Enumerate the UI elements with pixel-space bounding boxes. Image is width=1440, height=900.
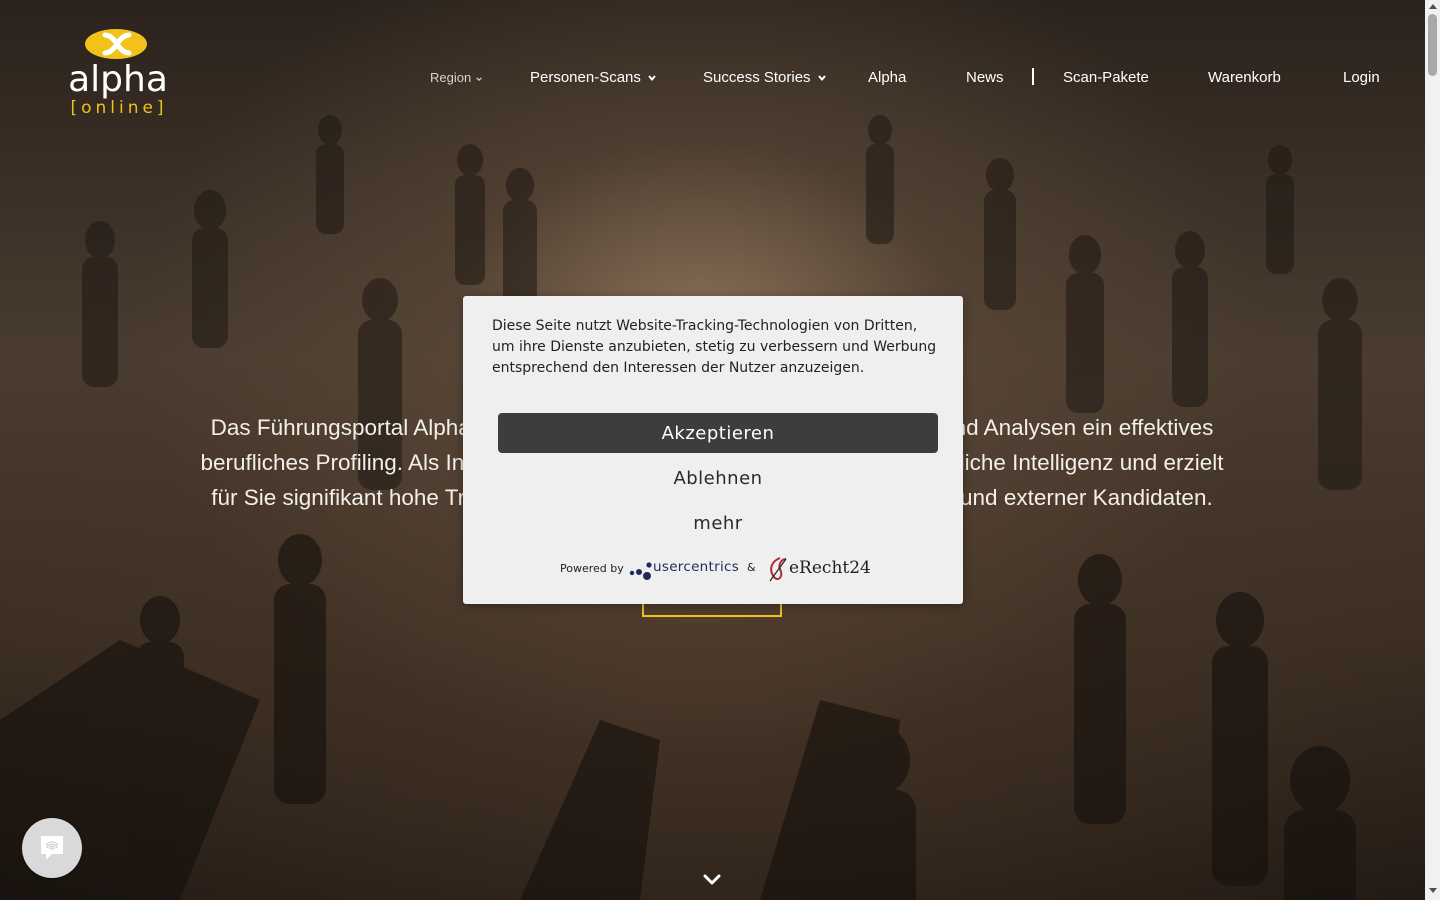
nav-success-stories[interactable]: Success Stories (703, 66, 827, 90)
ampersand-label: & (747, 561, 756, 574)
cookie-consent-text: Diese Seite nutzt Website-Tracking-Techn… (492, 318, 937, 376)
chevron-down-icon[interactable] (702, 873, 722, 887)
nav-divider (1032, 68, 1034, 85)
nav-success-stories-label: Success Stories (703, 69, 811, 86)
scroll-down-arrow-icon[interactable] (1429, 888, 1437, 893)
chevron-down-icon (648, 75, 656, 82)
nav-alpha[interactable]: Alpha (868, 66, 906, 90)
scrollbar-thumb[interactable] (1428, 14, 1437, 76)
page-scrollbar[interactable] (1425, 0, 1440, 900)
powered-by-label: Powered by (560, 562, 624, 575)
nav-scan-pakete[interactable]: Scan-Pakete (1063, 66, 1149, 90)
nav-warenkorb[interactable]: Warenkorb (1208, 66, 1281, 90)
deny-cookies-button[interactable]: Ablehnen (498, 461, 938, 495)
nav-news[interactable]: News (966, 66, 1004, 90)
alpha-eye-logo-icon (85, 29, 147, 59)
logo-subtitle: [online] (70, 98, 168, 118)
accept-cookies-button[interactable]: Akzeptieren (498, 413, 938, 453)
fingerprint-icon (41, 836, 63, 860)
main-navigation: Region Personen-Scans Success Stories Al… (0, 66, 1425, 90)
chevron-down-icon (817, 75, 826, 82)
scroll-up-arrow-icon[interactable] (1429, 4, 1437, 9)
hero-line-2-right: ünstliche Intelligenz und erzielt (917, 450, 1224, 475)
erecht24-wordmark[interactable]: eRecht24 (789, 558, 871, 578)
nav-login[interactable]: Login (1343, 66, 1380, 90)
nav-region-dropdown[interactable]: Region (430, 66, 483, 90)
chevron-down-icon (476, 76, 483, 81)
nav-personen-scans[interactable]: Personen-Scans (530, 66, 657, 90)
nav-personen-scans-label: Personen-Scans (530, 69, 641, 86)
privacy-settings-button[interactable] (22, 818, 82, 878)
more-info-button[interactable]: mehr (498, 506, 938, 540)
cookie-consent-dialog: Diese Seite nutzt Website-Tracking-Techn… (463, 296, 963, 604)
usercentrics-wordmark[interactable]: usercentrics (653, 559, 739, 575)
nav-region-label: Region (430, 70, 472, 85)
powered-by-bar: Powered by usercentrics & eRecht24 (463, 554, 963, 584)
site-header: alpha [online] Region Personen-Scans Suc… (0, 0, 1425, 150)
